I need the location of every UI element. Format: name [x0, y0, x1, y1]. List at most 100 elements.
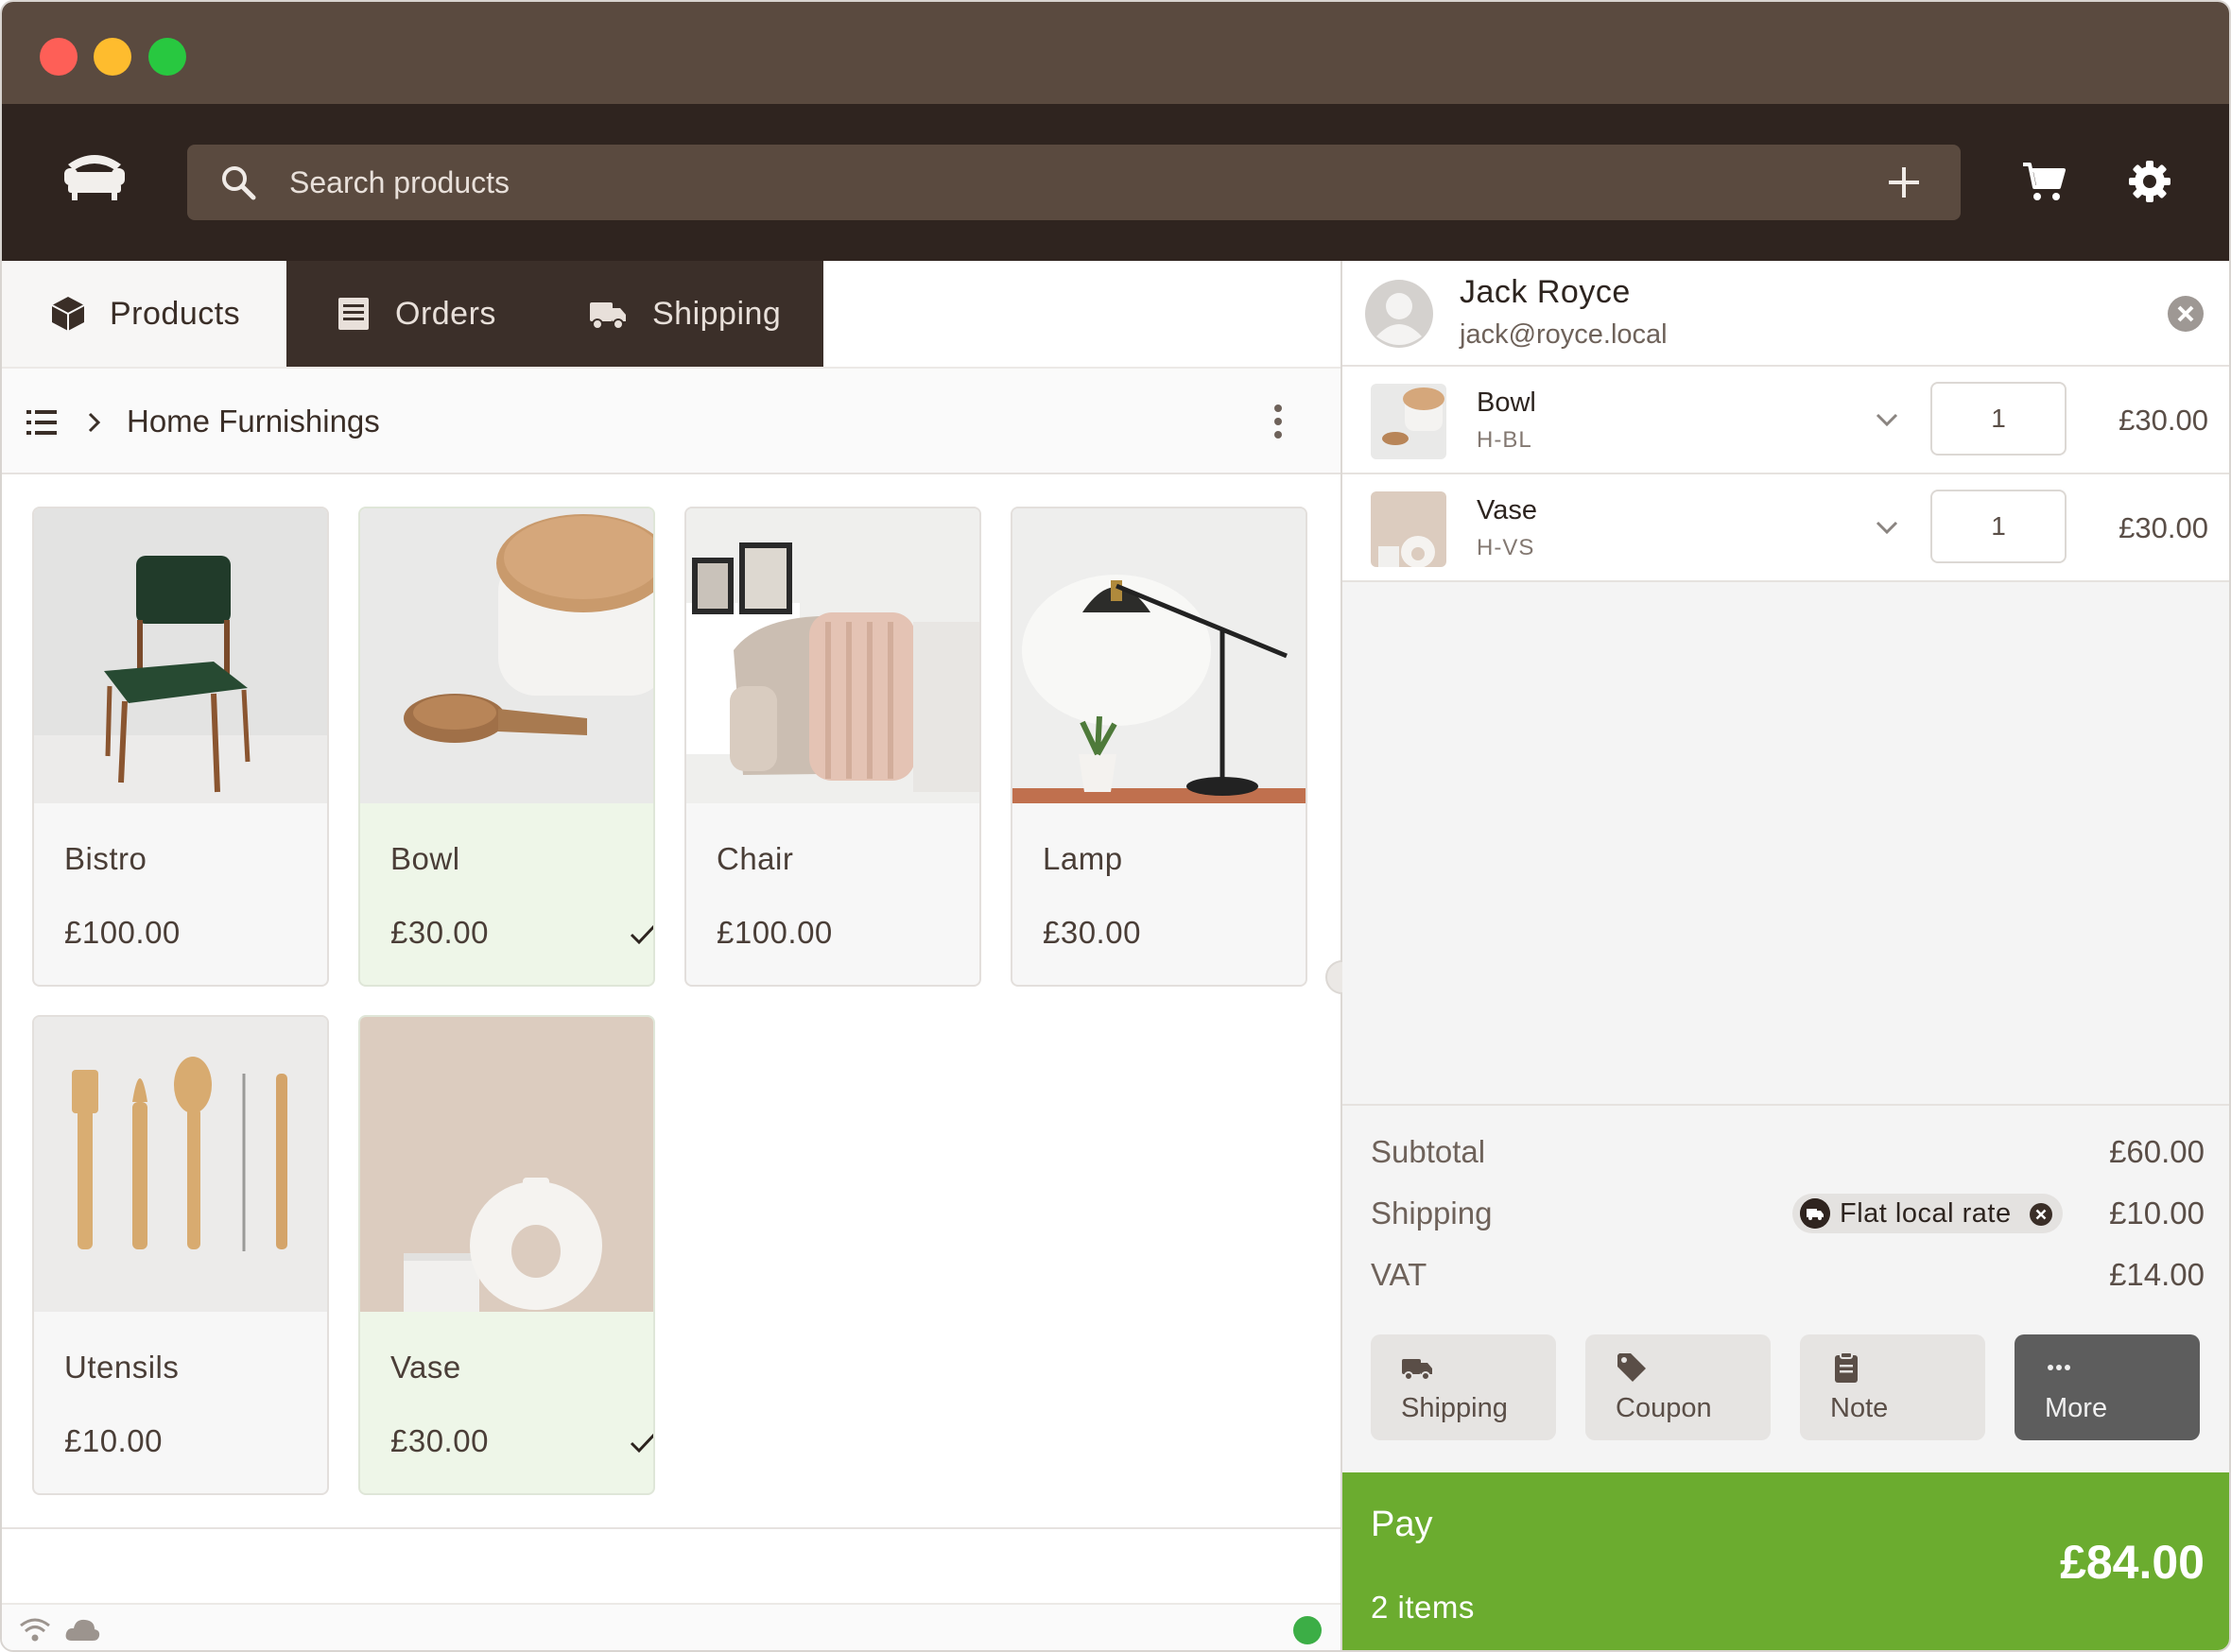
breadcrumb-category[interactable]: Home Furnishings [127, 369, 380, 474]
product-name: Bowl [390, 841, 460, 876]
truck-icon [1800, 1198, 1830, 1229]
cloud-icon [65, 1619, 100, 1641]
tab-orders-label: Orders [395, 295, 496, 332]
product-price: £30.00 [1043, 915, 1141, 950]
subtotal-label: Subtotal [1371, 1134, 1486, 1169]
category-list-icon[interactable] [26, 406, 59, 439]
line-name: Vase [1477, 495, 1537, 525]
tab-products[interactable]: Products [2, 261, 286, 367]
search-icon [222, 166, 256, 200]
product-image-vase [360, 1017, 653, 1312]
product-name: Utensils [64, 1350, 180, 1385]
cart-line-vase[interactable]: Vase H-VS 1 £30.00 [1342, 474, 2229, 582]
product-card-chair[interactable]: Chair £100.00 [684, 507, 981, 987]
search-bar[interactable]: Search products [187, 145, 1961, 220]
checkmark-icon [630, 924, 653, 945]
pay-button[interactable]: Pay 2 items £84.00 [1342, 1472, 2229, 1650]
title-bar [2, 2, 2229, 104]
shipping-value: £10.00 [2109, 1196, 2205, 1230]
cart-panel: Jack Royce jack@royce.local Bowl H-BL 1 … [1342, 261, 2229, 1650]
product-image-bistro [34, 508, 327, 803]
remove-shipping-icon[interactable] [2029, 1202, 2053, 1227]
close-window-button[interactable] [40, 38, 78, 76]
product-card-vase[interactable]: Vase £30.00 [358, 1015, 655, 1495]
pay-label: Pay [1371, 1505, 1433, 1544]
zoom-window-button[interactable] [148, 38, 186, 76]
tag-icon [1617, 1353, 1646, 1382]
more-button[interactable]: More [2015, 1334, 2200, 1440]
search-input[interactable]: Search products [289, 145, 1802, 220]
product-price: £100.00 [717, 915, 833, 950]
line-thumbnail-vase [1371, 491, 1446, 567]
truck-icon [1402, 1359, 1432, 1381]
status-bar [2, 1603, 1340, 1650]
product-grid: Bistro £100.00 Bowl £30.00 Chair £100.00… [2, 474, 1340, 1527]
grid-divider [2, 1527, 1340, 1529]
product-card-utensils[interactable]: Utensils £10.00 [32, 1015, 329, 1495]
chevron-right-icon [88, 412, 101, 433]
avatar [1365, 280, 1433, 348]
armchair-logo-icon[interactable] [62, 147, 127, 204]
vat-label: VAT [1371, 1257, 1427, 1292]
product-card-bistro[interactable]: Bistro £100.00 [32, 507, 329, 987]
product-image-chair [686, 508, 979, 803]
product-name: Vase [390, 1350, 461, 1385]
kebab-menu-icon[interactable] [1265, 403, 1291, 440]
product-name: Lamp [1043, 841, 1123, 876]
chevron-down-icon[interactable] [1874, 516, 1900, 539]
tab-orders[interactable]: Orders [335, 261, 496, 367]
shipping-row: Shipping Flat local rate £10.00 [1371, 1190, 2205, 1237]
quantity-field[interactable]: 1 [1930, 382, 2067, 456]
more-button-label: More [2045, 1393, 2108, 1423]
coupon-button-label: Coupon [1616, 1393, 1712, 1423]
shipping-method-chip[interactable]: Flat local rate [1792, 1194, 2063, 1233]
product-image-lamp [1012, 508, 1306, 803]
clipboard-icon [1835, 1351, 1858, 1383]
app-header: Search products [2, 104, 2229, 261]
cart-icon[interactable] [2021, 159, 2067, 204]
line-sku: H-BL [1477, 427, 1532, 453]
line-price: £30.00 [2119, 511, 2208, 544]
cart-line-bowl[interactable]: Bowl H-BL 1 £30.00 [1342, 367, 2229, 474]
shipping-button-label: Shipping [1401, 1393, 1508, 1423]
shipping-method-label: Flat local rate [1840, 1198, 2012, 1229]
customer-header[interactable]: Jack Royce jack@royce.local [1342, 261, 2229, 367]
product-price: £30.00 [390, 915, 489, 950]
vat-value: £14.00 [2109, 1257, 2205, 1292]
box-icon [51, 297, 85, 331]
coupon-button[interactable]: Coupon [1585, 1334, 1771, 1440]
chevron-down-icon[interactable] [1874, 408, 1900, 431]
note-button[interactable]: Note [1800, 1334, 1985, 1440]
wifi-icon [20, 1618, 50, 1642]
line-sku: H-VS [1477, 535, 1535, 560]
tab-shipping[interactable]: Shipping [586, 261, 781, 367]
subtotal-row: Subtotal £60.00 [1371, 1128, 2205, 1176]
remove-customer-icon[interactable] [2167, 295, 2205, 333]
tab-products-label: Products [110, 295, 241, 332]
gear-icon[interactable] [2127, 159, 2172, 204]
subtotal-value: £60.00 [2109, 1134, 2205, 1169]
shipping-label: Shipping [1371, 1196, 1493, 1230]
line-thumbnail-bowl [1371, 384, 1446, 459]
product-card-lamp[interactable]: Lamp £30.00 [1011, 507, 1307, 987]
quantity-field[interactable]: 1 [1930, 490, 2067, 563]
minimize-window-button[interactable] [94, 38, 131, 76]
item-count: 2 items [1371, 1590, 1475, 1625]
product-price: £30.00 [390, 1423, 489, 1458]
breadcrumb: Home Furnishings [2, 367, 1340, 474]
customer-name: Jack Royce [1460, 274, 1631, 310]
product-name: Bistro [64, 841, 147, 876]
product-card-bowl[interactable]: Bowl £30.00 [358, 507, 655, 987]
line-name: Bowl [1477, 387, 1536, 418]
checkmark-icon [630, 1433, 653, 1454]
product-name: Chair [717, 841, 794, 876]
tab-bar: Products Orders Shipping [2, 261, 1340, 367]
pay-total: £84.00 [2060, 1536, 2205, 1589]
shipping-button[interactable]: Shipping [1371, 1334, 1556, 1440]
online-status-indicator [1293, 1616, 1322, 1644]
ellipsis-icon [2048, 1365, 2070, 1370]
add-product-icon[interactable] [1885, 163, 1923, 201]
app-window: Search products Products Orders Shipping… [0, 0, 2231, 1652]
receipt-icon [338, 298, 369, 330]
product-price: £10.00 [64, 1423, 163, 1458]
